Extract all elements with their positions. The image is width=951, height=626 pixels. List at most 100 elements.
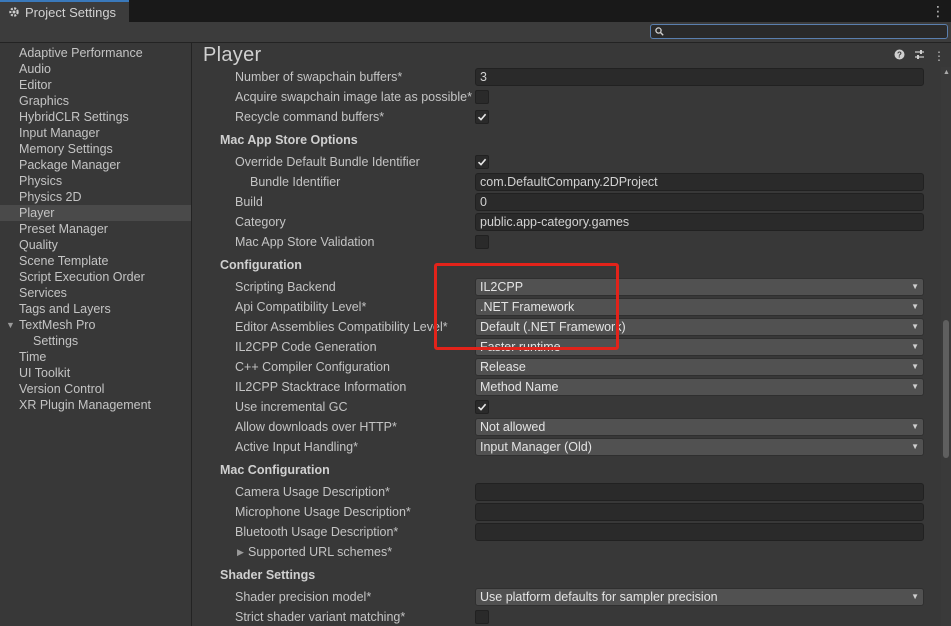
setting-row-bluetooth-usage-description: Bluetooth Usage Description*: [193, 522, 937, 542]
setting-label: Scripting Backend: [235, 280, 336, 294]
checkmark-icon: [477, 158, 487, 166]
sidebar-item-input-manager[interactable]: Input Manager: [0, 125, 191, 141]
sidebar-item-label: XR Plugin Management: [19, 398, 152, 412]
section-header[interactable]: Configuration: [220, 257, 302, 273]
sidebar-item-label: HybridCLR Settings: [19, 110, 129, 124]
sidebar-item-graphics[interactable]: Graphics: [0, 93, 191, 109]
sidebar-item-player[interactable]: Player: [0, 205, 191, 221]
setting-row-c-compiler-configuration: C++ Compiler Configuration Release ▼: [193, 357, 937, 377]
sidebar-item-preset-manager[interactable]: Preset Manager: [0, 221, 191, 237]
foldout-label[interactable]: Supported URL schemes*: [248, 544, 392, 560]
setting-label: Shader precision model*: [235, 590, 372, 604]
dropdown-arrow-icon: ▼: [911, 382, 919, 391]
sidebar-item-label: Graphics: [19, 94, 70, 108]
section-header[interactable]: Shader Settings: [220, 567, 315, 583]
sidebar-item-physics[interactable]: Physics: [0, 173, 191, 189]
sidebar-item-textmesh-pro[interactable]: ▼ TextMesh Pro: [0, 317, 191, 333]
setting-label: Mac App Store Validation: [235, 235, 375, 249]
text-field[interactable]: com.DefaultCompany.2DProject: [475, 173, 924, 191]
dropdown[interactable]: Default (.NET Framework) ▼: [475, 318, 924, 336]
checkbox[interactable]: [475, 90, 489, 104]
section-header[interactable]: Mac Configuration: [220, 462, 330, 478]
setting-label: Number of swapchain buffers*: [235, 70, 403, 84]
sidebar-item-hybridclr-settings[interactable]: HybridCLR Settings: [0, 109, 191, 125]
dropdown-value: Not allowed: [480, 420, 546, 434]
gear-icon: [9, 7, 19, 17]
dropdown-arrow-icon: ▼: [911, 362, 919, 371]
svg-text:?: ?: [897, 50, 902, 59]
sidebar-item-settings[interactable]: Settings: [0, 333, 191, 349]
dropdown[interactable]: Input Manager (Old) ▼: [475, 438, 924, 456]
project-settings-tab[interactable]: Project Settings: [0, 0, 129, 22]
text-field[interactable]: 0: [475, 193, 924, 211]
sidebar-item-audio[interactable]: Audio: [0, 61, 191, 77]
search-icon: [655, 27, 664, 36]
sidebar-item-adaptive-performance[interactable]: Adaptive Performance: [0, 45, 191, 61]
kebab-icon[interactable]: ⋮: [933, 49, 945, 63]
dropdown[interactable]: Release ▼: [475, 358, 924, 376]
sidebar-item-memory-settings[interactable]: Memory Settings: [0, 141, 191, 157]
setting-row-bundle-identifier: Bundle Identifier com.DefaultCompany.2DPr…: [193, 172, 937, 192]
foldout-arrow-icon[interactable]: ▶: [237, 544, 244, 560]
sidebar-item-quality[interactable]: Quality: [0, 237, 191, 253]
dropdown[interactable]: Method Name ▼: [475, 378, 924, 396]
sidebar-item-script-execution-order[interactable]: Script Execution Order: [0, 269, 191, 285]
text-field[interactable]: [475, 523, 924, 541]
sidebar-item-package-manager[interactable]: Package Manager: [0, 157, 191, 173]
search-input[interactable]: [650, 24, 948, 39]
checkbox[interactable]: [475, 155, 489, 169]
sidebar-item-editor[interactable]: Editor: [0, 77, 191, 93]
sidebar-item-ui-toolkit[interactable]: UI Toolkit: [0, 365, 191, 381]
text-field[interactable]: [475, 503, 924, 521]
window-kebab-icon[interactable]: ⋮: [931, 2, 945, 20]
setting-row-scripting-backend: Scripting Backend IL2CPP ▼: [193, 277, 937, 297]
dropdown-value: Method Name: [480, 380, 559, 394]
dropdown[interactable]: .NET Framework ▼: [475, 298, 924, 316]
setting-label: C++ Compiler Configuration: [235, 360, 390, 374]
sidebar-item-label: Physics: [19, 174, 63, 188]
setting-label: Microphone Usage Description*: [235, 505, 411, 519]
dropdown[interactable]: Not allowed ▼: [475, 418, 924, 436]
text-field[interactable]: [475, 483, 924, 501]
header-icons: ? ⋮: [893, 49, 945, 63]
search-bar: [0, 22, 951, 43]
help-icon[interactable]: ?: [893, 49, 905, 63]
dropdown-value: Input Manager (Old): [480, 440, 592, 454]
text-field[interactable]: public.app-category.games: [475, 213, 924, 231]
checkbox[interactable]: [475, 610, 489, 624]
sidebar-item-time[interactable]: Time: [0, 349, 191, 365]
sidebar-item-label: Adaptive Performance: [19, 46, 143, 60]
setting-row-recycle-command-buffers: Recycle command buffers*: [193, 107, 937, 127]
checkbox[interactable]: [475, 400, 489, 414]
dropdown[interactable]: Faster runtime ▼: [475, 338, 924, 356]
setting-label: Category: [235, 215, 286, 229]
sidebar-item-xr-plugin-management[interactable]: XR Plugin Management: [0, 397, 191, 413]
sidebar-item-label: Input Manager: [19, 126, 100, 140]
sidebar-item-version-control[interactable]: Version Control: [0, 381, 191, 397]
section-header[interactable]: Mac App Store Options: [220, 132, 358, 148]
dropdown[interactable]: Use platform defaults for sampler precis…: [475, 588, 924, 606]
scrollbar-thumb[interactable]: [943, 320, 949, 458]
presets-icon[interactable]: [913, 49, 925, 63]
checkbox[interactable]: [475, 110, 489, 124]
dropdown[interactable]: IL2CPP ▼: [475, 278, 924, 296]
setting-row-supported-url-schemes: ▶ Supported URL schemes*: [193, 542, 937, 562]
vertical-scrollbar[interactable]: ▲: [941, 67, 951, 626]
expand-triangle-icon[interactable]: ▼: [6, 317, 15, 333]
text-field[interactable]: 3: [475, 68, 924, 86]
setting-row-acquire-swapchain-image-late-as-possible: Acquire swapchain image late as possible…: [193, 87, 937, 107]
sidebar-item-physics-2d[interactable]: Physics 2D: [0, 189, 191, 205]
dropdown-value: Faster runtime: [480, 340, 561, 354]
setting-label: IL2CPP Stacktrace Information: [235, 380, 407, 394]
sidebar-item-services[interactable]: Services: [0, 285, 191, 301]
sidebar-item-label: UI Toolkit: [19, 366, 71, 380]
checkbox[interactable]: [475, 235, 489, 249]
scroll-up-arrow-icon[interactable]: ▲: [943, 69, 950, 76]
dropdown-arrow-icon: ▼: [911, 342, 919, 351]
sidebar-item-scene-template[interactable]: Scene Template: [0, 253, 191, 269]
page-title: Player: [203, 44, 262, 66]
dropdown-arrow-icon: ▼: [911, 282, 919, 291]
sidebar-item-label: Editor: [19, 78, 52, 92]
sidebar-item-label: Time: [19, 350, 47, 364]
sidebar-item-tags-and-layers[interactable]: Tags and Layers: [0, 301, 191, 317]
